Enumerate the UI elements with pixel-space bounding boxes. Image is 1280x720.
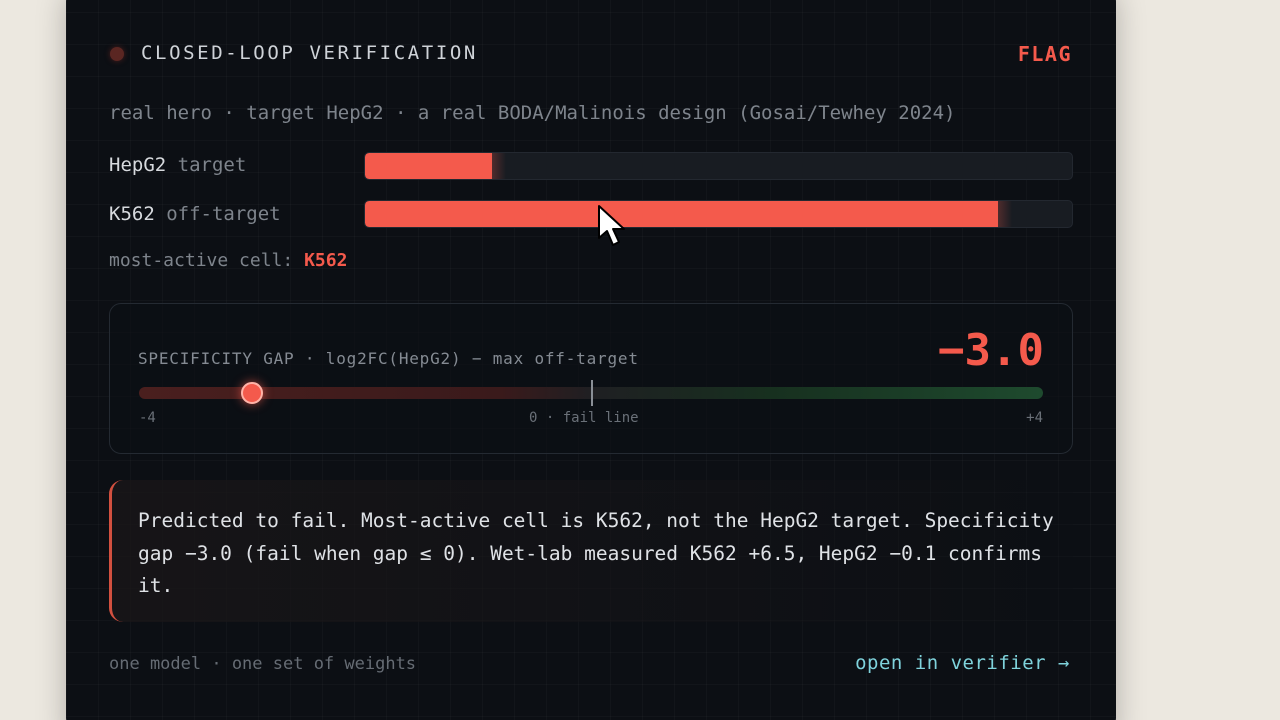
most-active-label: most-active cell: xyxy=(109,250,294,271)
hepg2-activity-fill xyxy=(365,153,507,179)
scale-min-label: -4 xyxy=(139,410,156,426)
k562-row-label: K562 off-target xyxy=(109,203,281,225)
hepg2-row-label: HepG2 target xyxy=(109,154,246,176)
hepg2-activity-bar xyxy=(364,152,1073,180)
most-active-cell: most-active cell: K562 xyxy=(109,250,347,271)
cell-name: K562 xyxy=(109,203,155,225)
most-active-value: K562 xyxy=(304,250,348,271)
fail-line-tick xyxy=(591,380,593,406)
status-dot-icon xyxy=(110,47,124,61)
mouse-pointer-icon xyxy=(598,205,625,246)
specificity-gap-panel xyxy=(109,303,1073,454)
scale-max-label: +4 xyxy=(1026,410,1043,426)
gap-value: −3.0 xyxy=(938,325,1044,376)
scale-center-label: 0 · fail line xyxy=(529,410,639,426)
gap-title: SPECIFICITY GAP · log2FC(HepG2) − max of… xyxy=(138,349,639,368)
cell-role: target xyxy=(177,154,247,176)
cell-role: off-target xyxy=(166,203,281,225)
footer-note: one model · one set of weights xyxy=(109,654,417,674)
k562-activity-fill xyxy=(365,201,1012,227)
card-subtitle: real hero · target HepG2 · a real BODA/M… xyxy=(109,102,956,124)
card-title: CLOSED-LOOP VERIFICATION xyxy=(141,42,478,64)
flag-badge: FLAG xyxy=(1017,42,1072,66)
k562-activity-bar xyxy=(364,200,1073,228)
verdict-text: Predicted to fail. Most-active cell is K… xyxy=(138,509,1054,597)
cell-name: HepG2 xyxy=(109,154,167,176)
open-in-verifier-link[interactable]: open in verifier → xyxy=(855,652,1070,674)
gap-marker xyxy=(241,382,263,404)
